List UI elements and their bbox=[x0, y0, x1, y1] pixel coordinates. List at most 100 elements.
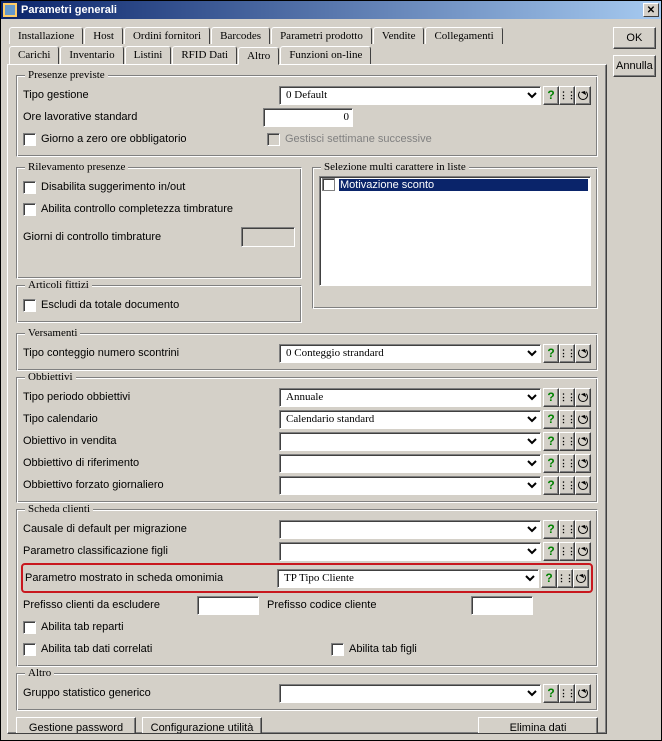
plusminus-icon: ⋮⋮ bbox=[559, 394, 575, 400]
button-elimina-dati[interactable]: Elimina dati bbox=[478, 717, 598, 734]
select-tipo-periodo[interactable]: Annuale bbox=[279, 388, 541, 407]
stepper-button[interactable]: ⋮⋮ bbox=[559, 388, 575, 407]
select-obbiettivo-forzato[interactable] bbox=[279, 476, 541, 495]
fieldset-obbiettivi: Obbiettivi Tipo periodo obbiettivi Annua… bbox=[16, 377, 598, 503]
button-configurazione-utilita[interactable]: Configurazione utilità bbox=[142, 717, 262, 734]
help-button[interactable]: ? bbox=[543, 542, 559, 561]
label-gruppo-statistico: Gruppo statistico generico bbox=[23, 687, 193, 699]
highlight-omonimia: Parametro mostrato in scheda omonimia TP… bbox=[21, 563, 593, 593]
help-button[interactable]: ? bbox=[543, 86, 559, 105]
select-tipo-conteggio[interactable]: 0 Conteggio strandard bbox=[279, 344, 541, 363]
stepper-button[interactable]: ⋮⋮ bbox=[557, 569, 573, 588]
refresh-icon bbox=[578, 480, 588, 490]
tab-rfid-dati[interactable]: RFID Dati bbox=[172, 46, 237, 64]
tab-inventario[interactable]: Inventario bbox=[60, 46, 123, 64]
help-button[interactable]: ? bbox=[543, 410, 559, 429]
tab-collegamenti[interactable]: Collegamenti bbox=[425, 27, 502, 44]
input-ore[interactable] bbox=[263, 108, 353, 127]
tab-parametri-prodotto[interactable]: Parametri prodotto bbox=[271, 27, 372, 44]
select-classificazione-figli[interactable] bbox=[279, 542, 541, 561]
refresh-icon bbox=[576, 573, 586, 583]
tab-barcodes[interactable]: Barcodes bbox=[211, 27, 270, 44]
refresh-button[interactable] bbox=[575, 410, 591, 429]
refresh-button[interactable] bbox=[575, 454, 591, 473]
help-button[interactable]: ? bbox=[543, 432, 559, 451]
select-gruppo-statistico[interactable] bbox=[279, 684, 541, 703]
input-giorni-timbrature[interactable] bbox=[241, 227, 295, 247]
stepper-button[interactable]: ⋮⋮ bbox=[559, 344, 575, 363]
fieldset-selezione-multi: Selezione multi carattere in liste Motiv… bbox=[312, 167, 598, 309]
fieldset-altro: Altro Gruppo statistico generico ?⋮⋮ bbox=[16, 673, 598, 711]
stepper-button[interactable]: ⋮⋮ bbox=[559, 454, 575, 473]
stepper-button[interactable]: ⋮⋮ bbox=[559, 476, 575, 495]
button-gestione-password[interactable]: Gestione password bbox=[16, 717, 136, 734]
refresh-button[interactable] bbox=[575, 476, 591, 495]
label-tipo-conteggio: Tipo conteggio numero scontrini bbox=[23, 347, 193, 359]
cancel-button[interactable]: Annulla bbox=[613, 55, 656, 77]
tab-ordini-fornitori[interactable]: Ordini fornitori bbox=[124, 27, 210, 44]
refresh-button[interactable] bbox=[575, 520, 591, 539]
help-button[interactable]: ? bbox=[543, 454, 559, 473]
checkbox-giorno-zero[interactable]: Giorno a zero ore obbligatorio bbox=[23, 133, 187, 146]
refresh-button[interactable] bbox=[573, 569, 589, 588]
checkbox-completezza-timbrature[interactable]: Abilita controllo completezza timbrature bbox=[23, 203, 233, 216]
tab-altro[interactable]: Altro bbox=[238, 47, 279, 65]
checkbox-escludi-totale[interactable]: Escludi da totale documento bbox=[23, 299, 179, 312]
question-icon: ? bbox=[547, 686, 554, 700]
checkbox-label: Giorno a zero ore obbligatorio bbox=[41, 133, 187, 145]
stepper-button[interactable]: ⋮⋮ bbox=[559, 684, 575, 703]
help-button[interactable]: ? bbox=[543, 684, 559, 703]
select-tipo-calendario[interactable]: Calendario standard bbox=[279, 410, 541, 429]
checkbox-abilita-correlati[interactable]: Abilita tab dati correlati bbox=[23, 643, 152, 656]
refresh-icon bbox=[578, 348, 588, 358]
listbox-selezione[interactable]: Motivazione sconto bbox=[319, 176, 591, 286]
refresh-button[interactable] bbox=[575, 86, 591, 105]
select-tipo-gestione[interactable]: 0 Default bbox=[279, 86, 541, 105]
refresh-button[interactable] bbox=[575, 542, 591, 561]
label-giorni-timbrature: Giorni di controllo timbrature bbox=[23, 231, 161, 243]
input-prefisso-codice[interactable] bbox=[471, 596, 533, 615]
refresh-button[interactable] bbox=[575, 432, 591, 451]
plusminus-icon: ⋮⋮ bbox=[559, 416, 575, 422]
tab-listini[interactable]: Listini bbox=[125, 46, 172, 64]
refresh-icon bbox=[578, 458, 588, 468]
refresh-button[interactable] bbox=[575, 388, 591, 407]
select-causale-default[interactable] bbox=[279, 520, 541, 539]
tab-host[interactable]: Host bbox=[84, 27, 123, 44]
tab-installazione[interactable]: Installazione bbox=[9, 27, 83, 44]
checkbox-label: Abilita tab dati correlati bbox=[41, 643, 152, 655]
checkbox-box bbox=[23, 181, 36, 194]
input-prefisso-escludere[interactable] bbox=[197, 596, 259, 615]
checkbox-label: Abilita tab figli bbox=[349, 643, 417, 655]
stepper-button[interactable]: ⋮⋮ bbox=[559, 542, 575, 561]
select-parametro-omonimia[interactable]: TP Tipo Cliente bbox=[277, 569, 539, 588]
refresh-button[interactable] bbox=[575, 684, 591, 703]
stepper-button[interactable]: ⋮⋮ bbox=[559, 520, 575, 539]
tab-carichi[interactable]: Carichi bbox=[9, 46, 59, 64]
label-parametro-omonimia: Parametro mostrato in scheda omonimia bbox=[25, 572, 225, 584]
tab-vendite[interactable]: Vendite bbox=[373, 27, 425, 44]
checkbox-disabilita-suggerimento[interactable]: Disabilita suggerimento in/out bbox=[23, 181, 185, 194]
stepper-button[interactable]: ⋮⋮ bbox=[559, 432, 575, 451]
select-obiettivo-vendita[interactable] bbox=[279, 432, 541, 451]
help-button[interactable]: ? bbox=[543, 476, 559, 495]
help-button[interactable]: ? bbox=[543, 344, 559, 363]
stepper-button[interactable]: ⋮⋮ bbox=[559, 410, 575, 429]
checkbox-abilita-figli[interactable]: Abilita tab figli bbox=[331, 643, 591, 656]
ok-button[interactable]: OK bbox=[613, 27, 656, 49]
label-tipo-gestione: Tipo gestione bbox=[23, 89, 193, 101]
titlebar: Parametri generali ✕ bbox=[1, 1, 661, 19]
help-button[interactable]: ? bbox=[541, 569, 557, 588]
tab-funzioni-online[interactable]: Funzioni on-line bbox=[280, 46, 371, 64]
stepper-button[interactable]: ⋮⋮ bbox=[559, 86, 575, 105]
help-button[interactable]: ? bbox=[543, 520, 559, 539]
checkbox-abilita-reparti[interactable]: Abilita tab reparti bbox=[23, 621, 124, 634]
select-obbiettivo-riferimento[interactable] bbox=[279, 454, 541, 473]
window-frame: Parametri generali ✕ Installazione Host … bbox=[0, 0, 662, 741]
close-button[interactable]: ✕ bbox=[643, 3, 659, 17]
refresh-button[interactable] bbox=[575, 344, 591, 363]
checkbox-label: Escludi da totale documento bbox=[41, 299, 179, 311]
list-item[interactable]: Motivazione sconto bbox=[320, 177, 590, 192]
help-button[interactable]: ? bbox=[543, 388, 559, 407]
legend-altro: Altro bbox=[25, 667, 54, 679]
